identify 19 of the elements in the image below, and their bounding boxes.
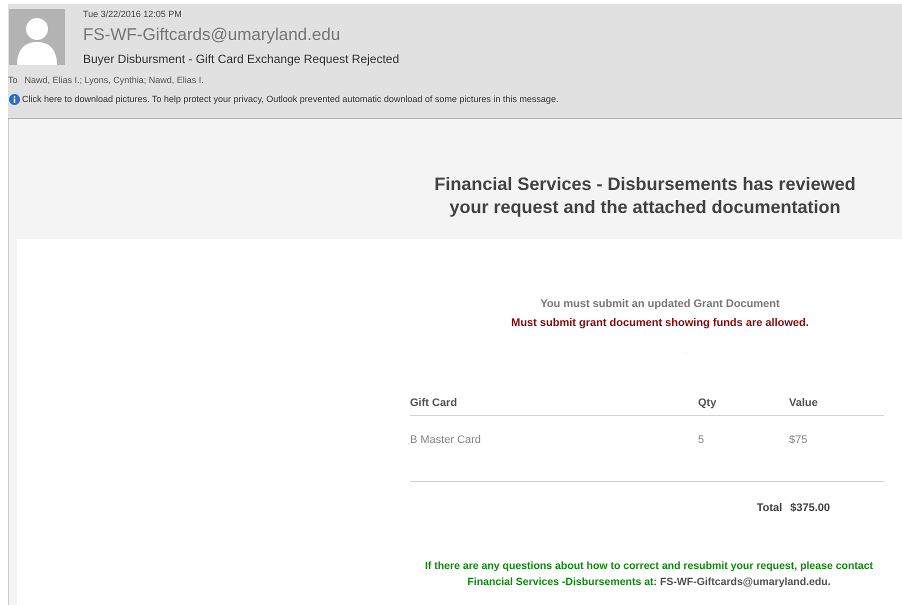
contact-text: If there are any questions about how to correct and resubmit your request, please contact Financial Services -Disbursements at: FS-WF-Giftcards@umaryland.edu. bbox=[424, 559, 874, 590]
notice-text: You must submit an updated Grant Document bbox=[540, 297, 780, 312]
sender-address: FS-WF-Giftcards@umaryland.edu bbox=[83, 24, 342, 46]
heading: Financial Services - Disbursements has reviewed your request and the attached documentation bbox=[433, 173, 857, 219]
to-label: To bbox=[8, 74, 18, 86]
table-cell-text: $75 bbox=[789, 433, 808, 448]
rejection-reason: Must submit grant document showing funds are allowed. bbox=[511, 316, 809, 330]
sent-date: Tue 3/22/2016 12:05 PM bbox=[83, 8, 183, 21]
table-cell-text: 5 bbox=[698, 433, 706, 448]
recipients: Nawd, Elias I.; Lyons, Cynthia; Nawd, Elias I. bbox=[24, 74, 204, 87]
total-label: Total bbox=[756, 500, 782, 516]
info-icon bbox=[9, 94, 20, 106]
column-header: Gift Card bbox=[410, 396, 458, 410]
download-pictures-link[interactable]: Click here to download pictures. To help protect your privacy, Outlook prevented automatic download of some pictures in this message. bbox=[22, 93, 558, 106]
column-header: Value bbox=[789, 396, 819, 410]
column-header: Qty bbox=[698, 396, 718, 410]
table-cell-text: B Master Card bbox=[410, 433, 482, 448]
subject-line: Buyer Disbursment - Gift Card Exchange Request Rejected bbox=[83, 50, 400, 68]
total-amount: $375.00 bbox=[790, 500, 830, 516]
